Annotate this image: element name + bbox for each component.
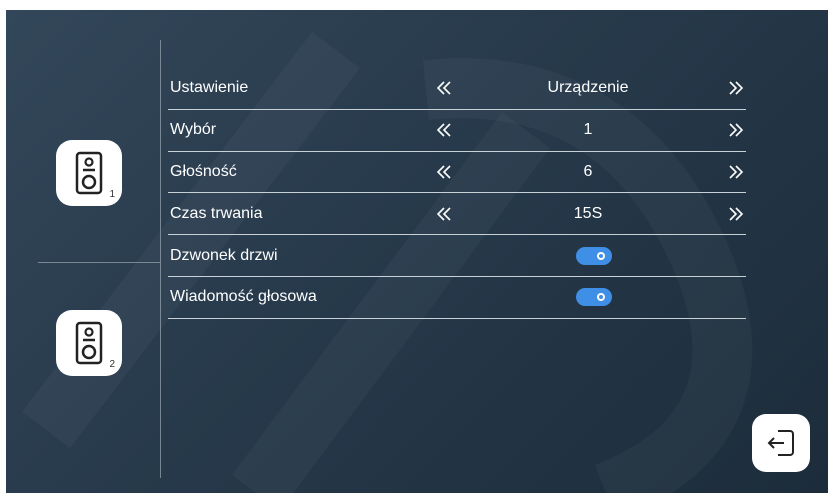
horizontal-divider [38,262,160,263]
previous-arrow-icon[interactable] [434,122,454,138]
settings-list: Ustawienie Urządzenie Wybór 1 Głośność 6… [168,68,746,319]
setting-label: Ustawienie [170,79,249,97]
device-button-1[interactable]: 1 [56,140,122,206]
next-arrow-icon[interactable] [726,80,746,96]
setting-label: Czas trwania [170,204,263,222]
toggle-knob [597,293,605,302]
device-button-2[interactable]: 2 [56,310,122,376]
setting-row-doorbell: Dzwonek drzwi [168,235,746,277]
previous-arrow-icon[interactable] [434,80,454,96]
exit-icon [767,430,794,456]
setting-value: 15S [573,204,603,222]
next-arrow-icon[interactable] [726,206,746,222]
previous-arrow-icon[interactable] [434,164,454,180]
setting-row-volume: Głośność 6 [168,152,746,194]
vertical-divider [160,40,161,478]
next-arrow-icon[interactable] [726,122,746,138]
voice-message-toggle[interactable] [576,288,612,307]
setting-row-duration: Czas trwania 15S [168,193,746,236]
setting-label: Wiadomość głosowa [170,288,317,306]
exit-button[interactable] [752,414,810,472]
setting-value: 6 [583,162,593,180]
setting-value: Urządzenie [547,79,629,97]
next-arrow-icon[interactable] [726,164,746,180]
setting-row-selection: Wybór 1 [168,110,746,152]
screen: 1 2 Ustawienie Urządzenie Wybór 1 Głośno… [6,10,828,493]
doorbell-toggle[interactable] [576,246,612,265]
setting-label: Dzwonek drzwi [170,246,278,264]
setting-label: Głośność [170,162,237,180]
setting-row-voice-message: Wiadomość głosowa [168,277,746,319]
setting-row-device: Ustawienie Urządzenie [168,68,746,110]
setting-label: Wybór [170,121,217,139]
doorbell-icon [75,151,103,195]
doorbell-icon [75,321,103,365]
device-number: 1 [109,189,115,200]
setting-value: 1 [583,121,593,139]
toggle-knob [597,251,605,260]
previous-arrow-icon[interactable] [434,206,454,222]
device-number: 2 [109,359,115,370]
